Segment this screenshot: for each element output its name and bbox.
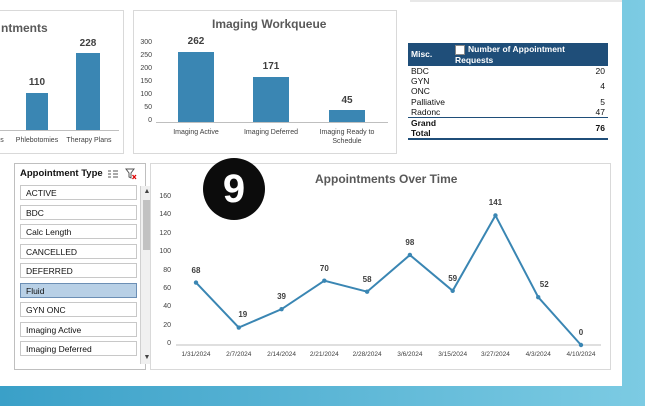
multi-select-icon[interactable] bbox=[107, 169, 119, 179]
x-tick-label: s bbox=[0, 137, 4, 144]
x-axis bbox=[0, 130, 119, 131]
y-tick-label: 200 bbox=[140, 65, 152, 72]
pivot-row-value: 5 bbox=[600, 96, 605, 107]
bar-imaging-deferred[interactable] bbox=[253, 77, 289, 122]
series-line[interactable] bbox=[195, 213, 582, 346]
x-tick-label: Imaging Ready to Schedule bbox=[319, 129, 375, 145]
pivot-row-value: 20 bbox=[595, 66, 605, 76]
grand-total-label: Grand Total bbox=[408, 117, 452, 141]
appointment-type-slicer[interactable]: Appointment Type ACTIVE BDC Calc Length … bbox=[14, 163, 153, 370]
pivot-header-requests-label: Number of Appointment Requests bbox=[455, 44, 565, 65]
y-tick-label: 100 bbox=[140, 91, 152, 98]
x-axis bbox=[156, 122, 388, 123]
slicer-item-active[interactable]: ACTIVE bbox=[20, 185, 137, 200]
slicer-item-fluid[interactable]: Fluid bbox=[20, 283, 137, 298]
pivot-row-value: 4 bbox=[600, 81, 605, 92]
bar-phlebotomies[interactable] bbox=[26, 93, 48, 130]
slicer-item-gyn-onc[interactable]: GYN ONC bbox=[20, 302, 137, 317]
y-tick-label: 300 bbox=[140, 39, 152, 46]
chart-title: Imaging Workqueue bbox=[212, 17, 327, 31]
slicer-item-deferred[interactable]: DEFERRED bbox=[20, 263, 137, 278]
grand-total-value: 76 bbox=[452, 117, 608, 141]
x-tick-label: Imaging Active bbox=[173, 129, 219, 136]
pivot-row-name: BDC bbox=[411, 66, 429, 76]
slicer-item-bdc[interactable]: BDC bbox=[20, 205, 137, 220]
table-row[interactable]: GYN ONC 4 bbox=[408, 76, 608, 96]
top-border bbox=[410, 0, 622, 2]
bar-imaging-active[interactable] bbox=[178, 52, 214, 122]
left-chart-title: ntments bbox=[1, 21, 48, 35]
data-point[interactable] bbox=[493, 213, 498, 218]
bar-value-label: 110 bbox=[28, 77, 46, 88]
bar-value-label: 171 bbox=[262, 61, 280, 72]
data-point[interactable] bbox=[279, 306, 284, 312]
bar-therapy-plans[interactable] bbox=[76, 53, 100, 130]
misc-pivot-table[interactable]: Misc. Number of Appointment Requests BDC… bbox=[408, 43, 608, 141]
pivot-row-name: GYN ONC bbox=[411, 76, 430, 97]
y-tick-label: 0 bbox=[148, 117, 152, 124]
pivot-row-name: Palliative bbox=[411, 96, 446, 107]
pivot-row-value: 47 bbox=[595, 107, 605, 117]
x-tick-label: Therapy Plans bbox=[66, 137, 112, 144]
imaging-workqueue-chart[interactable]: Imaging Workqueue 300 250 200 150 100 50… bbox=[133, 10, 397, 154]
x-tick-label: Phlebotomies bbox=[15, 137, 59, 144]
data-point[interactable] bbox=[236, 325, 241, 330]
step-number-badge: 9 bbox=[203, 158, 265, 220]
table-row[interactable]: BDC 20 bbox=[408, 66, 608, 77]
table-row[interactable]: Radonc 47 bbox=[408, 107, 608, 118]
data-point[interactable] bbox=[536, 295, 541, 300]
filter-icon[interactable] bbox=[455, 44, 465, 55]
slicer-item-calc-length[interactable]: Calc Length bbox=[20, 224, 137, 239]
slicer-item-imaging-deferred[interactable]: Imaging Deferred bbox=[20, 341, 137, 356]
pivot-header-requests[interactable]: Number of Appointment Requests bbox=[452, 43, 608, 66]
slicer-item-imaging-active[interactable]: Imaging Active bbox=[20, 322, 137, 337]
pivot-header-misc[interactable]: Misc. bbox=[408, 43, 452, 66]
x-tick-label: Imaging Deferred bbox=[243, 129, 299, 136]
data-point[interactable] bbox=[578, 342, 584, 348]
data-point[interactable] bbox=[193, 280, 199, 285]
bar-value-label: 262 bbox=[187, 36, 205, 47]
bar-value-label: 45 bbox=[341, 95, 353, 106]
slicer-item-cancelled[interactable]: CANCELLED bbox=[20, 244, 137, 259]
data-point[interactable] bbox=[364, 289, 370, 294]
data-point[interactable] bbox=[407, 252, 413, 258]
bar-value-label: 228 bbox=[79, 38, 97, 49]
worksheet: ntments 110 228 s Phlebotomies Therapy P… bbox=[0, 0, 622, 386]
y-tick-label: 50 bbox=[144, 104, 152, 111]
bar-imaging-ready[interactable] bbox=[329, 110, 365, 122]
pivot-row-name: Radonc bbox=[411, 107, 441, 117]
table-row[interactable]: Palliative 5 bbox=[408, 96, 608, 107]
slicer-title: Appointment Type bbox=[20, 168, 103, 179]
data-point[interactable] bbox=[322, 278, 327, 283]
y-tick-label: 250 bbox=[140, 52, 152, 59]
grand-total-row[interactable]: Grand Total 76 bbox=[408, 117, 608, 141]
data-point[interactable] bbox=[450, 288, 455, 293]
pivot-header-misc-label: Misc. bbox=[411, 49, 433, 60]
left-chart-panel[interactable]: ntments 110 228 s Phlebotomies Therapy P… bbox=[0, 10, 124, 154]
y-tick-label: 150 bbox=[140, 78, 152, 85]
clear-filter-icon[interactable] bbox=[125, 168, 137, 180]
